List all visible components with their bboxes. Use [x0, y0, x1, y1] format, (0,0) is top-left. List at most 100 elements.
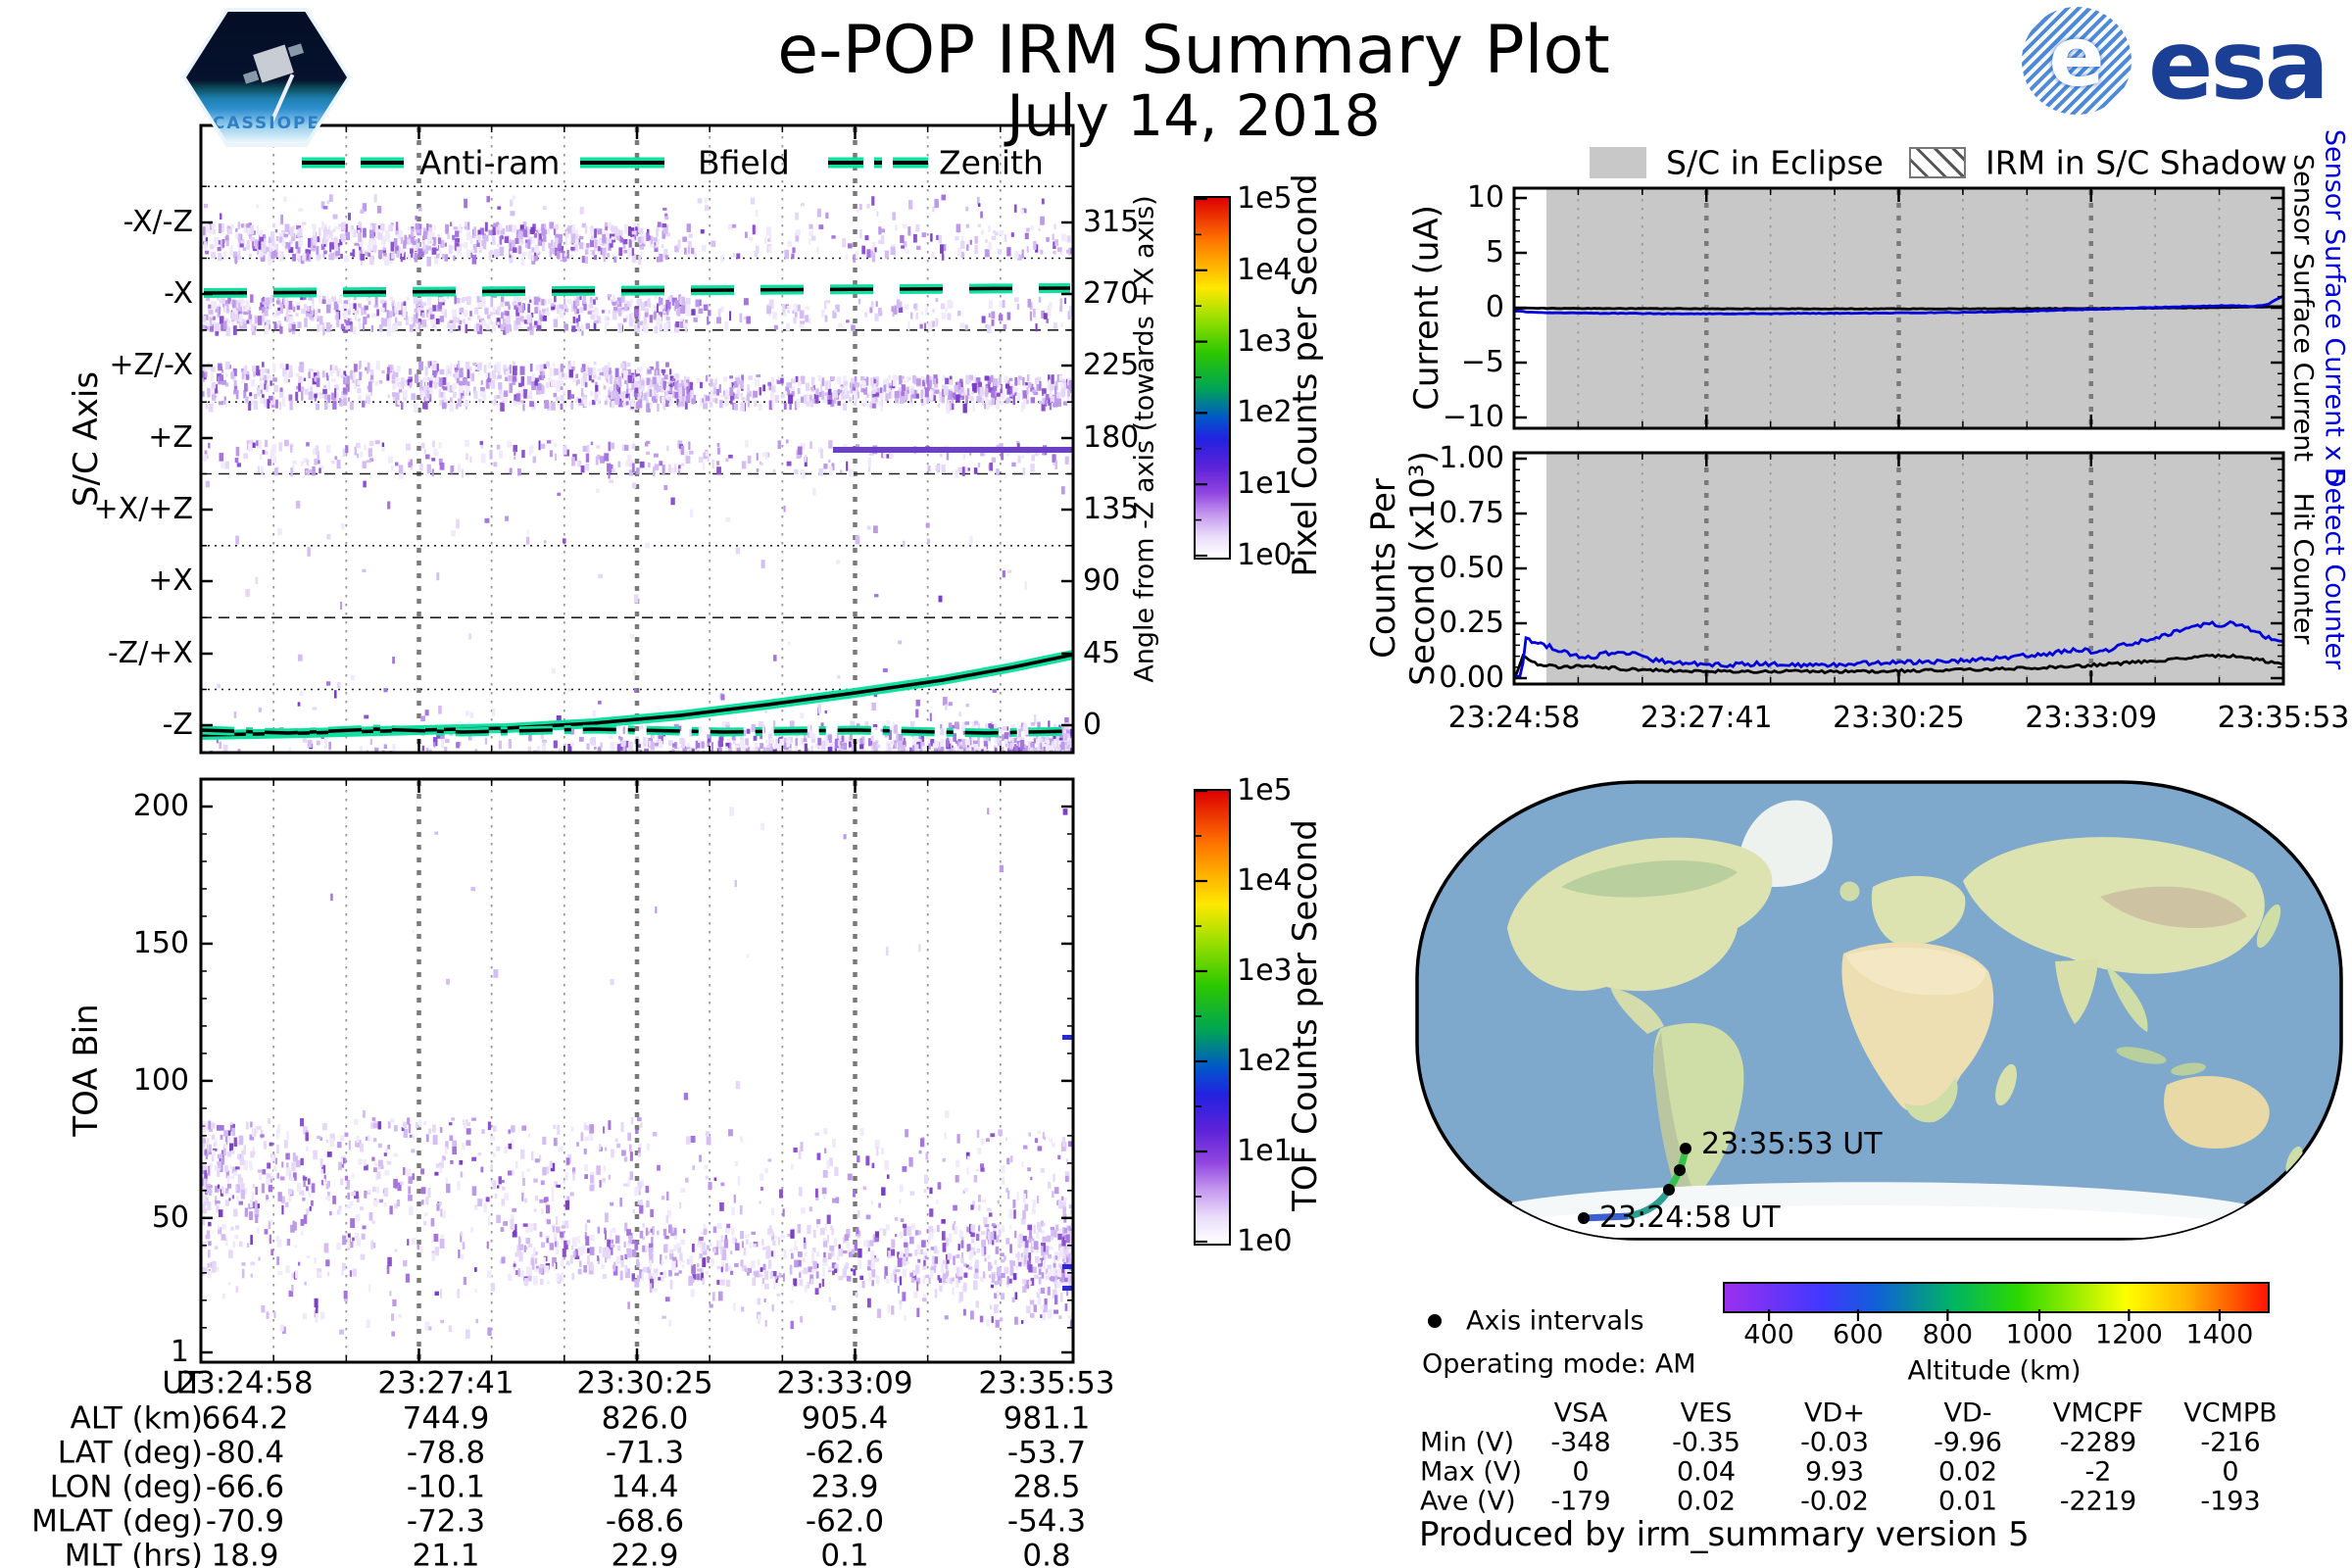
current-ytick: 5: [1485, 235, 1504, 270]
voltage-cell: -2: [2084, 1456, 2112, 1488]
voltage-cell: -193: [2200, 1486, 2261, 1517]
ephemeris-row-label: LAT (deg): [57, 1435, 203, 1471]
track-end-label: 23:35:53 UT: [1701, 1127, 1883, 1161]
voltage-cell: 0: [2222, 1456, 2239, 1488]
page-title: e-POP IRM Summary Plot: [777, 12, 1610, 89]
sc-axis-row-label: +Z/-X: [109, 348, 193, 382]
ephemeris-cell: 18.9: [211, 1538, 279, 1568]
right-time-tick: 23:30:25: [1833, 701, 1965, 735]
altitude-tick: 1200: [2095, 1319, 2163, 1350]
sc-axis-row-label: -X/-Z: [122, 205, 193, 239]
page-date: July 14, 2018: [1006, 82, 1381, 149]
legend-shadow-label: IRM in S/C Shadow: [1985, 143, 2288, 182]
axis-intervals-dot: [1428, 1314, 1442, 1328]
legend-antiram-label: Anti-ram: [419, 143, 561, 182]
ephemeris-cell: -80.4: [205, 1435, 285, 1471]
voltage-cell: -0.02: [1800, 1486, 1869, 1517]
tof-cbar-tick: 1e0: [1237, 1224, 1293, 1258]
counts-ytick: 0.25: [1439, 606, 1504, 640]
ephemeris-cell: 28.5: [1012, 1469, 1081, 1505]
counts-ytick: 1.00: [1439, 441, 1504, 475]
counts-ytick: 0.75: [1439, 496, 1504, 530]
voltage-cell: -348: [1550, 1427, 1611, 1458]
voltage-cell: 0.01: [1937, 1486, 1998, 1517]
sensor-surface-current-x5-label: Sensor Surface Current x 5: [2319, 128, 2350, 487]
ephemeris-cell: 22.9: [611, 1538, 679, 1568]
angle-tick-label: 0: [1083, 708, 1102, 742]
pixel-cbar-tick: 1e4: [1237, 252, 1293, 287]
voltage-row-label: Ave (V): [1420, 1486, 1516, 1517]
legend-zenith-label: Zenith: [939, 143, 1044, 182]
pixel-counts-cbar-label: Pixel Counts per Second: [1286, 173, 1325, 577]
counts-ytick: 0.50: [1439, 551, 1504, 585]
ephemeris-cell: -10.1: [406, 1469, 486, 1505]
ephemeris-row-label: MLAT (deg): [31, 1503, 203, 1540]
sc-axis-row-label: -Z: [162, 708, 193, 742]
voltage-cell: 0.02: [1937, 1456, 1998, 1488]
tof-cbar-tick: 1e5: [1237, 773, 1293, 808]
altitude-tick: 1000: [2005, 1319, 2074, 1350]
ephemeris-cell: 981.1: [1003, 1400, 1091, 1437]
legend-bfield-label: Bfield: [698, 143, 790, 182]
ephemeris-cell: -54.3: [1006, 1503, 1087, 1540]
voltage-column-header: VMCPF: [2052, 1397, 2144, 1429]
voltage-cell: -0.35: [1672, 1427, 1740, 1458]
voltage-column-header: VD-: [1943, 1397, 1992, 1429]
tof-cbar-tick: 1e1: [1237, 1134, 1293, 1168]
sc-axis-row-label: -X: [164, 276, 193, 311]
current-ytick: 0: [1485, 290, 1504, 324]
ephemeris-row-label: LON (deg): [49, 1469, 203, 1505]
counts-ylabel-line2: Second (x10³): [1403, 451, 1443, 686]
current-ytick: −5: [1460, 345, 1504, 379]
altitude-tick: 400: [1743, 1319, 1794, 1350]
ephemeris-cell: -62.6: [805, 1435, 885, 1471]
eclipse-region: [1546, 453, 2283, 684]
legend-eclipse-label: S/C in Eclipse: [1666, 143, 1884, 182]
esa-globe-icon: e: [2022, 7, 2132, 115]
toa-bin-ylabel: TOA Bin: [67, 1004, 106, 1137]
toa-ytick: 1: [170, 1335, 189, 1369]
voltage-cell: 9.93: [1804, 1456, 1865, 1488]
toa-ytick: 150: [132, 926, 189, 960]
voltage-cell: -2289: [2059, 1427, 2137, 1458]
ephemeris-cell: 21.1: [412, 1538, 480, 1568]
ephemeris-cell: -70.9: [205, 1503, 285, 1540]
ephemeris-cell: 905.4: [801, 1400, 889, 1437]
epop-irm-summary-plot: CASSIOPE e esa e-POP IRM Summary Plot Ju…: [0, 0, 2352, 1568]
sensor-surface-current-label: Sensor Surface Current: [2287, 154, 2319, 462]
voltage-row-label: Max (V): [1420, 1456, 1522, 1488]
ephemeris-cell: 23:27:41: [377, 1365, 514, 1401]
altitude-tick: 600: [1833, 1319, 1884, 1350]
angle-tick-label: 45: [1083, 636, 1121, 670]
voltage-column-header: VD+: [1804, 1397, 1865, 1429]
sc-axis-ylabel: S/C Axis: [67, 370, 106, 508]
ephemeris-cell: 744.9: [402, 1400, 490, 1437]
tof-counts-cbar-label: TOF Counts per Second: [1286, 819, 1325, 1211]
ephemeris-cell: 23:33:09: [776, 1365, 913, 1401]
ephemeris-cell: -62.0: [805, 1503, 885, 1540]
ephemeris-cell: 0.8: [1022, 1538, 1071, 1568]
detect-counter-label: Detect Counter: [2319, 466, 2350, 670]
pixel-cbar-tick: 1e0: [1237, 538, 1293, 572]
ephemeris-row-label: ALT (km): [70, 1400, 203, 1437]
satellite-icon: [253, 44, 294, 83]
voltage-cell: -0.03: [1800, 1427, 1869, 1458]
voltage-cell: 0: [1572, 1456, 1590, 1488]
footer-text: Produced by irm_summary version 5: [1419, 1515, 2030, 1554]
angle-tick-label: 225: [1083, 348, 1140, 382]
angle-tick-label: 180: [1083, 420, 1140, 455]
toa-ytick: 50: [151, 1200, 189, 1235]
angle-tick-label: 315: [1083, 205, 1140, 239]
voltage-row-label: Min (V): [1420, 1427, 1515, 1458]
ephemeris-cell: 826.0: [601, 1400, 689, 1437]
sc-axis-row-label: +X/+Z: [93, 492, 193, 526]
tof-cbar-tick: 1e2: [1237, 1044, 1293, 1078]
pixel-cbar-tick: 1e3: [1237, 323, 1293, 359]
right-time-tick: 23:27:41: [1640, 701, 1773, 735]
ephemeris-cell: -78.8: [406, 1435, 486, 1471]
right-time-tick: 23:33:09: [2025, 701, 2158, 735]
angle-tick-label: 90: [1083, 564, 1121, 598]
altitude-tick: 1400: [2185, 1319, 2254, 1350]
altitude-bar-label: Altitude (km): [1907, 1355, 2082, 1387]
voltage-column-header: VCMPB: [2183, 1397, 2278, 1429]
